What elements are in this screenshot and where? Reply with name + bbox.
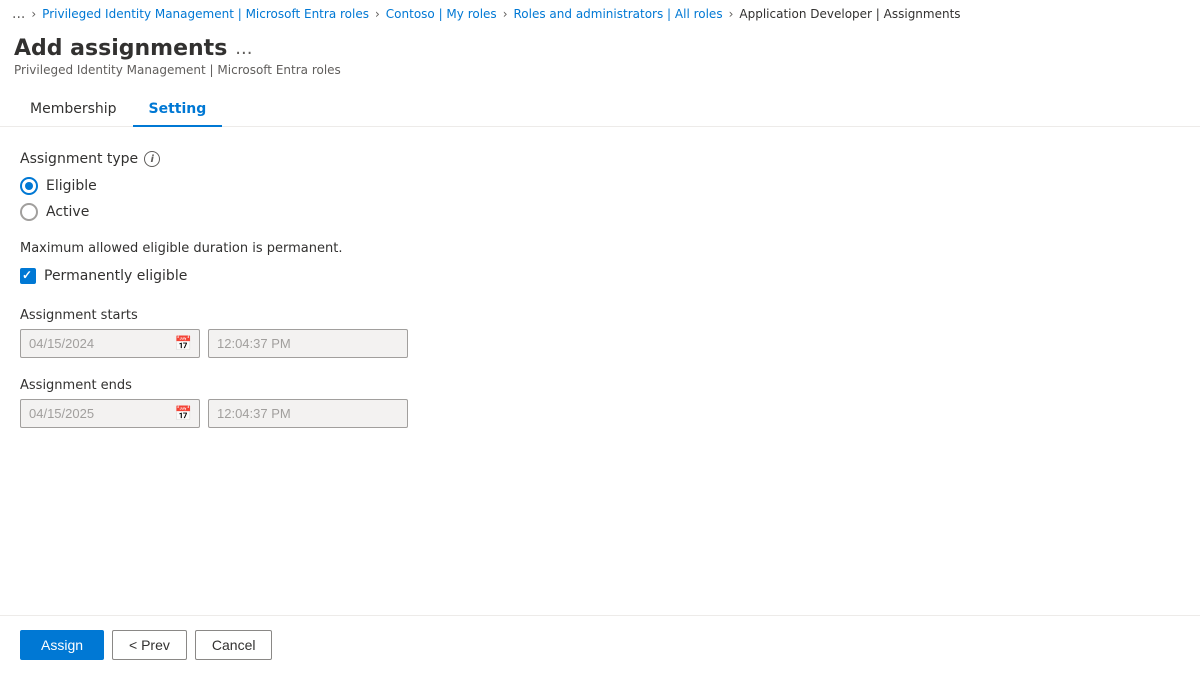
permanently-eligible-checkbox-item: Permanently eligible xyxy=(20,268,1180,284)
breadcrumb: ... › Privileged Identity Management | M… xyxy=(0,0,1200,28)
main-content: Assignment type i Eligible Active Maximu… xyxy=(0,127,1200,615)
permanently-eligible-checkbox[interactable] xyxy=(20,268,36,284)
tabs-container: Membership Setting xyxy=(0,81,1200,127)
assignment-type-radio-group: Eligible Active xyxy=(20,177,1180,221)
assign-button[interactable]: Assign xyxy=(20,630,104,660)
assignment-starts-time-input[interactable] xyxy=(208,329,408,358)
tab-membership[interactable]: Membership xyxy=(14,93,133,127)
breadcrumb-link-2[interactable]: Roles and administrators | All roles xyxy=(514,7,723,21)
breadcrumb-sep-2: › xyxy=(501,7,510,21)
assignment-starts-date-input[interactable] xyxy=(20,329,200,358)
permanently-eligible-label: Permanently eligible xyxy=(44,268,187,284)
radio-eligible-input[interactable] xyxy=(20,177,38,195)
page-title: Add assignments xyxy=(14,36,227,61)
page-subtitle: Privileged Identity Management | Microso… xyxy=(14,63,1186,77)
assignment-starts-label: Assignment starts xyxy=(20,308,1180,323)
radio-active[interactable]: Active xyxy=(20,203,1180,221)
breadcrumb-sep-3: › xyxy=(727,7,736,21)
breadcrumb-sep-0: › xyxy=(29,7,38,21)
page-header: Add assignments ... Privileged Identity … xyxy=(0,28,1200,81)
breadcrumb-link-1[interactable]: Contoso | My roles xyxy=(386,7,497,21)
radio-eligible[interactable]: Eligible xyxy=(20,177,1180,195)
breadcrumb-current: Application Developer | Assignments xyxy=(739,7,960,21)
assignment-starts-row: 📅 xyxy=(20,329,1180,358)
radio-active-label: Active xyxy=(46,204,89,220)
page-title-more-icon[interactable]: ... xyxy=(235,38,252,59)
assignment-ends-date-wrapper: 📅 xyxy=(20,399,200,428)
assignment-type-label: Assignment type xyxy=(20,151,138,167)
assignment-starts-group: Assignment starts 📅 xyxy=(20,308,1180,358)
assignment-ends-group: Assignment ends 📅 xyxy=(20,378,1180,428)
assignment-type-info-icon[interactable]: i xyxy=(144,151,160,167)
radio-active-input[interactable] xyxy=(20,203,38,221)
breadcrumb-sep-1: › xyxy=(373,7,382,21)
assignment-type-section: Assignment type i xyxy=(20,151,1180,167)
tab-setting[interactable]: Setting xyxy=(133,93,223,127)
breadcrumb-link-0[interactable]: Privileged Identity Management | Microso… xyxy=(42,7,369,21)
assignment-ends-date-input[interactable] xyxy=(20,399,200,428)
assignment-ends-row: 📅 xyxy=(20,399,1180,428)
footer: Assign < Prev Cancel xyxy=(0,615,1200,674)
assignment-ends-time-input[interactable] xyxy=(208,399,408,428)
permanent-info-text: Maximum allowed eligible duration is per… xyxy=(20,241,1180,256)
breadcrumb-dots[interactable]: ... xyxy=(12,6,25,22)
assignment-ends-label: Assignment ends xyxy=(20,378,1180,393)
prev-button[interactable]: < Prev xyxy=(112,630,187,660)
radio-eligible-label: Eligible xyxy=(46,178,97,194)
assignment-starts-date-wrapper: 📅 xyxy=(20,329,200,358)
cancel-button[interactable]: Cancel xyxy=(195,630,273,660)
